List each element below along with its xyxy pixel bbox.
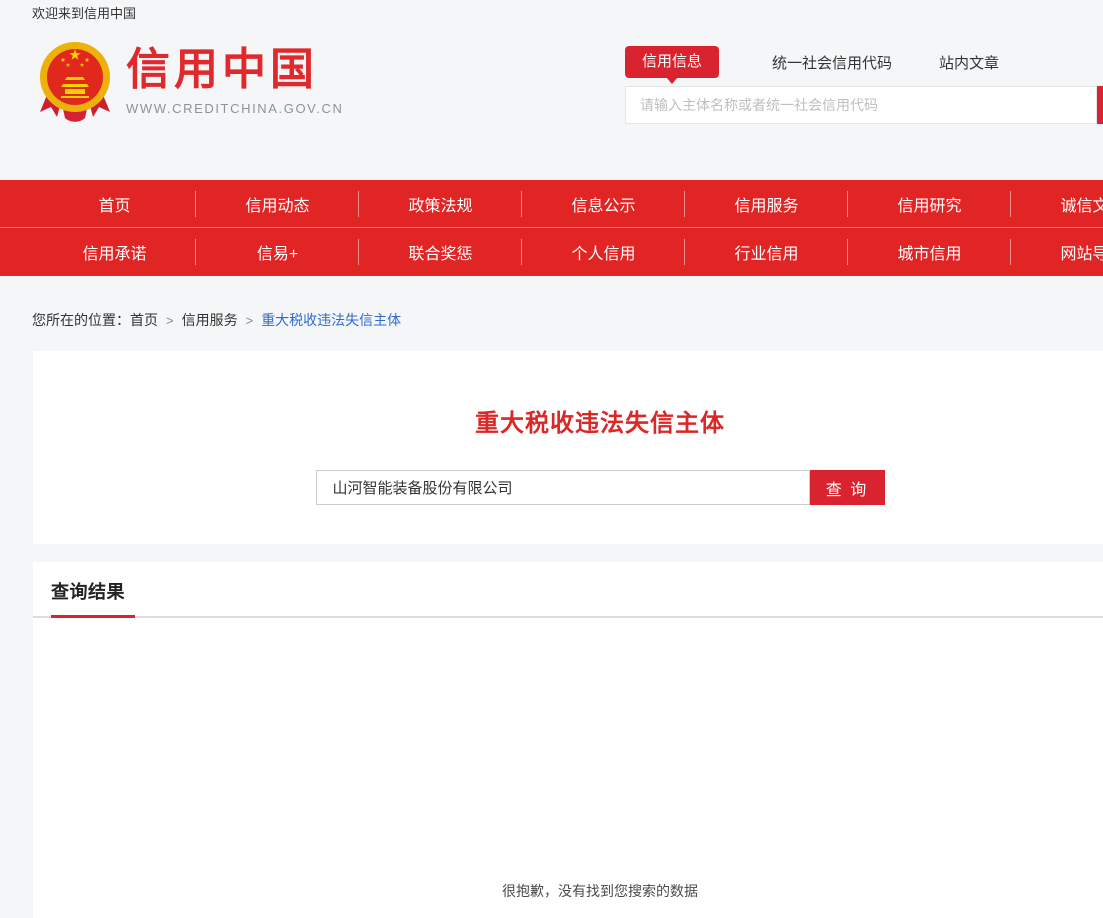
national-emblem-icon bbox=[36, 38, 114, 124]
nav-item-credit-news[interactable]: 信用动态 bbox=[196, 192, 359, 216]
query-search-button[interactable]: 查 询 bbox=[810, 470, 885, 505]
breadcrumb-home[interactable]: 首页 bbox=[130, 310, 158, 330]
results-heading-divider bbox=[33, 615, 1103, 618]
nav-item-personal-credit[interactable]: 个人信用 bbox=[522, 240, 685, 264]
tab-credit-info[interactable]: 信用信息 bbox=[625, 46, 719, 78]
nav-item-site-guide[interactable]: 网站导航 bbox=[1011, 240, 1103, 264]
nav-item-policies[interactable]: 政策法规 bbox=[359, 192, 522, 216]
nav-item-home[interactable]: 首页 bbox=[33, 192, 196, 216]
nav-item-xinyi-plus[interactable]: 信易+ bbox=[196, 240, 359, 264]
nav-item-credit-commitment[interactable]: 信用承诺 bbox=[33, 240, 196, 264]
nav-item-credit-services[interactable]: 信用服务 bbox=[685, 192, 848, 216]
nav-item-joint-reward-punishment[interactable]: 联合奖惩 bbox=[359, 240, 522, 264]
nav-row-1: 首页 信用动态 政策法规 信息公示 信用服务 信用研究 诚信文化 bbox=[0, 180, 1103, 228]
nav-item-city-credit[interactable]: 城市信用 bbox=[848, 240, 1011, 264]
query-search-input[interactable] bbox=[316, 470, 810, 505]
empty-result-message: 很抱歉，没有找到您搜索的数据 bbox=[33, 881, 1103, 901]
breadcrumb-credit-services[interactable]: 信用服务 bbox=[182, 310, 238, 330]
site-title: 信用中国 bbox=[126, 46, 343, 94]
results-heading: 查询结果 bbox=[33, 562, 1103, 604]
nav-row-2: 信用承诺 信易+ 联合奖惩 个人信用 行业信用 城市信用 网站导航 bbox=[0, 228, 1103, 276]
header-search-button[interactable] bbox=[1097, 86, 1103, 124]
page-title: 重大税收违法失信主体 bbox=[33, 351, 1103, 438]
header-search-bar bbox=[625, 86, 1103, 124]
nav-item-credit-research[interactable]: 信用研究 bbox=[848, 192, 1011, 216]
query-search-bar: 查 询 bbox=[316, 470, 885, 505]
header-search-tabs: 信用信息 统一社会信用代码 站内文章 bbox=[625, 46, 999, 78]
breadcrumb: 您所在的位置： 首页 > 信用服务 > 重大税收违法失信主体 bbox=[32, 310, 401, 330]
breadcrumb-separator: > bbox=[246, 313, 254, 328]
tab-site-articles[interactable]: 站内文章 bbox=[939, 52, 999, 73]
tab-unified-social-credit-code[interactable]: 统一社会信用代码 bbox=[772, 52, 892, 73]
site-url: WWW.CREDITCHINA.GOV.CN bbox=[126, 101, 343, 116]
results-panel: 查询结果 很抱歉，没有找到您搜索的数据 bbox=[33, 562, 1103, 918]
site-logo[interactable]: 信用中国 WWW.CREDITCHINA.GOV.CN bbox=[36, 38, 343, 124]
main-navigation: 首页 信用动态 政策法规 信息公示 信用服务 信用研究 诚信文化 信用承诺 信易… bbox=[0, 180, 1103, 276]
nav-item-integrity-culture[interactable]: 诚信文化 bbox=[1011, 192, 1103, 216]
nav-item-industry-credit[interactable]: 行业信用 bbox=[685, 240, 848, 264]
breadcrumb-current-page[interactable]: 重大税收违法失信主体 bbox=[261, 310, 401, 330]
welcome-text: 欢迎来到信用中国 bbox=[32, 3, 136, 22]
breadcrumb-prefix: 您所在的位置： bbox=[32, 310, 130, 330]
query-panel: 重大税收违法失信主体 查 询 bbox=[33, 351, 1103, 544]
breadcrumb-separator: > bbox=[166, 313, 174, 328]
nav-item-info-disclosure[interactable]: 信息公示 bbox=[522, 192, 685, 216]
header-search-input[interactable] bbox=[625, 86, 1097, 124]
